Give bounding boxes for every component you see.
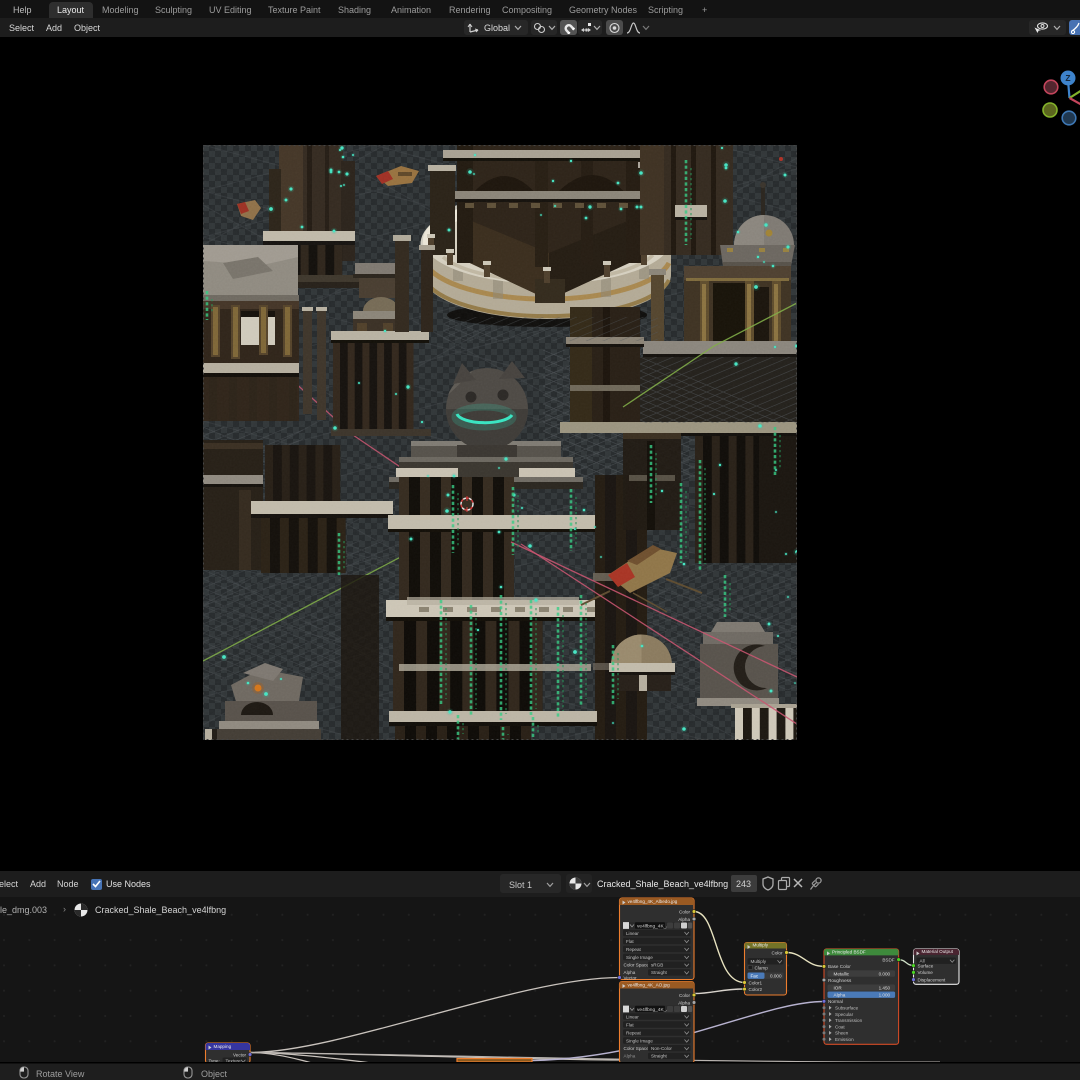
svg-text:Fac: Fac [751, 974, 759, 979]
svg-text:Alpha: Alpha [678, 1000, 690, 1005]
svg-text:Alpha: Alpha [678, 917, 690, 922]
svg-text:Repeat: Repeat [626, 947, 642, 952]
svg-text:Sheen: Sheen [835, 1031, 849, 1036]
svg-text:Principled BSDF: Principled BSDF [832, 950, 866, 955]
svg-text:BSDF: BSDF [882, 957, 894, 962]
svg-text:Alpha: Alpha [624, 1054, 636, 1059]
svg-text:Surface: Surface [918, 963, 934, 968]
svg-text:Repeat: Repeat [626, 1030, 642, 1035]
svg-text:Linear: Linear [626, 1014, 639, 1019]
svg-text:Color: Color [772, 950, 783, 955]
svg-text:Color Space: Color Space [624, 963, 650, 968]
svg-text:Emission: Emission [835, 1037, 854, 1042]
svg-text:Type:: Type: [209, 1059, 220, 1063]
svg-text:1.000: 1.000 [879, 993, 891, 998]
svg-text:ve4lfbng_4K_Albedo.jpg: ve4lfbng_4K_Albedo.jpg [628, 899, 678, 904]
svg-text:Mapping: Mapping [214, 1044, 232, 1049]
svg-text:Roughness: Roughness [828, 978, 852, 983]
svg-text:Color: Color [679, 993, 690, 998]
svg-text:Straight: Straight [651, 1054, 668, 1059]
svg-text:Vector: Vector [624, 975, 637, 980]
svg-text:Base Color: Base Color [828, 964, 851, 969]
svg-text:Single Image: Single Image [626, 955, 653, 960]
svg-text:0.000: 0.000 [879, 971, 891, 976]
svg-text:1.450: 1.450 [879, 986, 891, 991]
svg-text:Transmission: Transmission [835, 1018, 863, 1023]
svg-text:Normal: Normal [828, 999, 843, 1004]
svg-text:Color Space: Color Space [624, 1046, 650, 1051]
svg-text:Specular: Specular [835, 1012, 854, 1017]
svg-text:Multiply: Multiply [751, 959, 767, 964]
svg-text:Material Output: Material Output [922, 949, 954, 954]
svg-text:Flat: Flat [626, 939, 634, 944]
svg-text:Color2: Color2 [749, 987, 763, 992]
svg-text:Subsurface: Subsurface [835, 1006, 859, 1011]
svg-text:Z: Z [1065, 73, 1070, 83]
svg-text:ve4lfbng_4K_AO.jpg: ve4lfbng_4K_AO.jpg [628, 983, 671, 988]
svg-text:Clamp: Clamp [755, 966, 769, 971]
svg-text:ve4lfbng_4K_A..: ve4lfbng_4K_A.. [637, 923, 672, 929]
svg-text:Single Image: Single Image [626, 1038, 653, 1043]
svg-text:Vector: Vector [233, 1052, 246, 1057]
svg-text:Linear: Linear [626, 931, 639, 936]
svg-text:Coat: Coat [835, 1024, 845, 1029]
svg-text:Color: Color [679, 909, 690, 914]
svg-text:Multiply: Multiply [753, 943, 769, 948]
svg-text:Texture: Texture [226, 1059, 242, 1063]
svg-text:Flat: Flat [626, 1022, 634, 1027]
svg-text:IOR: IOR [834, 986, 843, 991]
svg-text:Displacement: Displacement [918, 977, 947, 982]
svg-text:Alpha: Alpha [834, 993, 846, 998]
svg-text:Volume: Volume [918, 970, 934, 975]
svg-text:ve4lfbng_4K_A..: ve4lfbng_4K_A.. [637, 1007, 672, 1013]
svg-text:Straight: Straight [651, 970, 668, 975]
svg-text:Color1: Color1 [749, 980, 763, 985]
svg-text:Metallic: Metallic [834, 971, 850, 976]
svg-text:0.000: 0.000 [770, 974, 782, 979]
svg-text:Non-Color: Non-Color [651, 1046, 672, 1051]
svg-text:sRGB: sRGB [651, 963, 663, 968]
